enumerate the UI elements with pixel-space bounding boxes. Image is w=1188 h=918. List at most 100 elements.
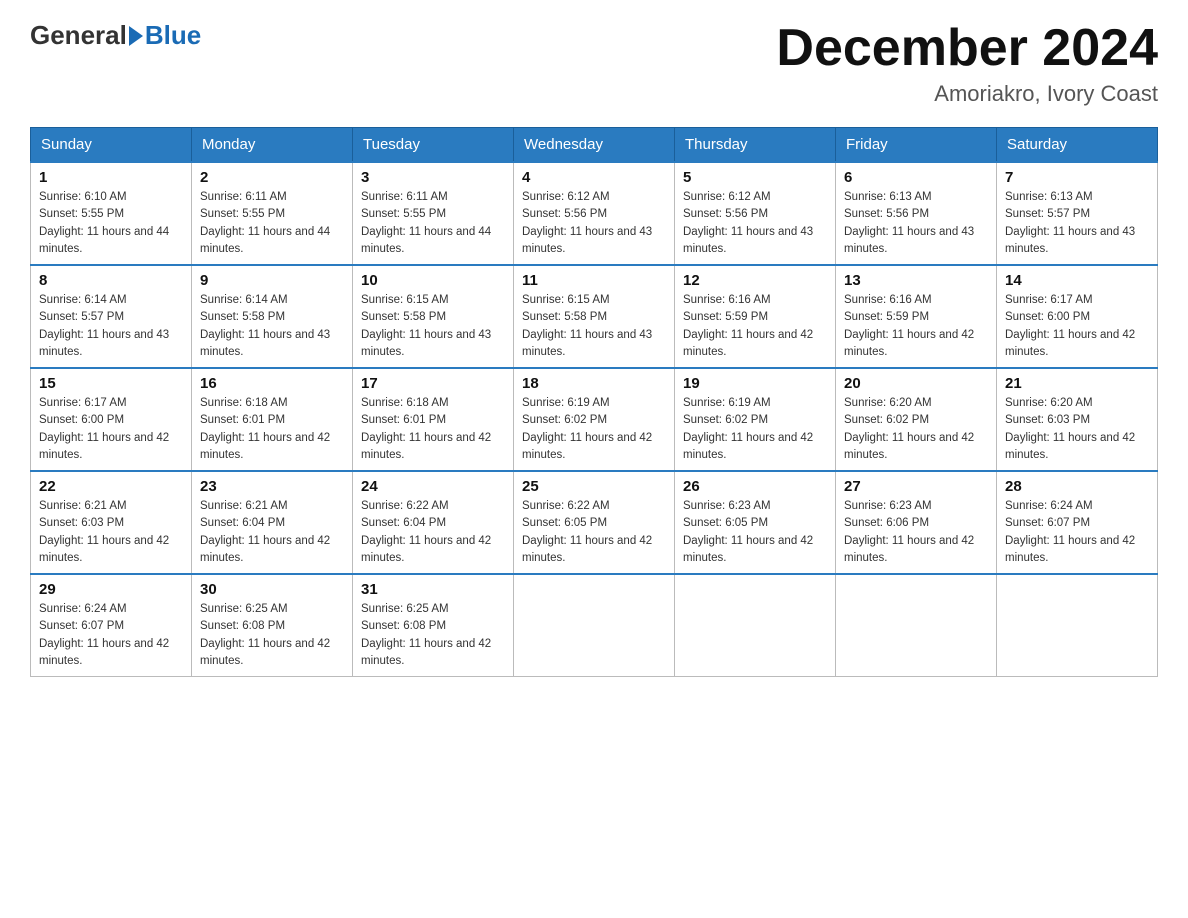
day-number: 15 [39, 375, 183, 392]
calendar-cell: 26 Sunrise: 6:23 AMSunset: 6:05 PMDayligh… [675, 471, 836, 574]
day-number: 12 [683, 272, 827, 289]
weekday-header-monday: Monday [192, 128, 353, 163]
calendar-cell: 11 Sunrise: 6:15 AMSunset: 5:58 PMDayligh… [514, 265, 675, 368]
day-number: 1 [39, 169, 183, 186]
day-number: 24 [361, 478, 505, 495]
calendar-cell [836, 574, 997, 677]
weekday-header-tuesday: Tuesday [353, 128, 514, 163]
day-info: Sunrise: 6:17 AMSunset: 6:00 PMDaylight:… [39, 395, 183, 464]
day-number: 11 [522, 272, 666, 289]
day-info: Sunrise: 6:20 AMSunset: 6:02 PMDaylight:… [844, 395, 988, 464]
day-number: 28 [1005, 478, 1149, 495]
day-number: 26 [683, 478, 827, 495]
calendar-cell: 18 Sunrise: 6:19 AMSunset: 6:02 PMDayligh… [514, 368, 675, 471]
weekday-header-friday: Friday [836, 128, 997, 163]
day-info: Sunrise: 6:14 AMSunset: 5:57 PMDaylight:… [39, 292, 183, 361]
day-number: 3 [361, 169, 505, 186]
day-info: Sunrise: 6:18 AMSunset: 6:01 PMDaylight:… [361, 395, 505, 464]
day-number: 2 [200, 169, 344, 186]
calendar-cell [997, 574, 1158, 677]
calendar-cell: 25Sunrise: 6:22 AMSunset: 6:05 PMDayligh… [514, 471, 675, 574]
day-number: 20 [844, 375, 988, 392]
day-info: Sunrise: 6:23 AMSunset: 6:05 PMDaylight:… [683, 498, 827, 567]
calendar-cell: 17 Sunrise: 6:18 AMSunset: 6:01 PMDayligh… [353, 368, 514, 471]
day-info: Sunrise: 6:11 AMSunset: 5:55 PMDaylight:… [361, 189, 505, 258]
day-info: Sunrise: 6:20 AMSunset: 6:03 PMDaylight:… [1005, 395, 1149, 464]
logo: General Blue [30, 20, 201, 51]
day-number: 4 [522, 169, 666, 186]
calendar-table: SundayMondayTuesdayWednesdayThursdayFrid… [30, 127, 1158, 677]
calendar-cell: 1 Sunrise: 6:10 AMSunset: 5:55 PMDaylight… [31, 162, 192, 265]
calendar-cell: 7 Sunrise: 6:13 AMSunset: 5:57 PMDaylight… [997, 162, 1158, 265]
day-number: 19 [683, 375, 827, 392]
week-row-3: 15 Sunrise: 6:17 AMSunset: 6:00 PMDayligh… [31, 368, 1158, 471]
week-row-5: 29Sunrise: 6:24 AMSunset: 6:07 PMDayligh… [31, 574, 1158, 677]
day-number: 17 [361, 375, 505, 392]
calendar-cell: 5 Sunrise: 6:12 AMSunset: 5:56 PMDaylight… [675, 162, 836, 265]
day-info: Sunrise: 6:22 AMSunset: 6:04 PMDaylight:… [361, 498, 505, 567]
week-row-1: 1 Sunrise: 6:10 AMSunset: 5:55 PMDaylight… [31, 162, 1158, 265]
day-info: Sunrise: 6:16 AMSunset: 5:59 PMDaylight:… [683, 292, 827, 361]
day-number: 7 [1005, 169, 1149, 186]
day-info: Sunrise: 6:21 AMSunset: 6:03 PMDaylight:… [39, 498, 183, 567]
day-info: Sunrise: 6:15 AMSunset: 5:58 PMDaylight:… [522, 292, 666, 361]
day-number: 22 [39, 478, 183, 495]
calendar-cell: 9Sunrise: 6:14 AMSunset: 5:58 PMDaylight… [192, 265, 353, 368]
day-info: Sunrise: 6:12 AMSunset: 5:56 PMDaylight:… [683, 189, 827, 258]
day-info: Sunrise: 6:17 AMSunset: 6:00 PMDaylight:… [1005, 292, 1149, 361]
day-number: 18 [522, 375, 666, 392]
calendar-cell: 19 Sunrise: 6:19 AMSunset: 6:02 PMDayligh… [675, 368, 836, 471]
calendar-cell: 23 Sunrise: 6:21 AMSunset: 6:04 PMDayligh… [192, 471, 353, 574]
month-title: December 2024 [776, 20, 1158, 77]
weekday-header-row: SundayMondayTuesdayWednesdayThursdayFrid… [31, 128, 1158, 163]
day-info: Sunrise: 6:10 AMSunset: 5:55 PMDaylight:… [39, 189, 183, 258]
day-info: Sunrise: 6:12 AMSunset: 5:56 PMDaylight:… [522, 189, 666, 258]
day-info: Sunrise: 6:24 AMSunset: 6:07 PMDaylight:… [39, 601, 183, 670]
day-info: Sunrise: 6:13 AMSunset: 5:57 PMDaylight:… [1005, 189, 1149, 258]
day-info: Sunrise: 6:25 AMSunset: 6:08 PMDaylight:… [361, 601, 505, 670]
day-number: 13 [844, 272, 988, 289]
calendar-cell: 8Sunrise: 6:14 AMSunset: 5:57 PMDaylight… [31, 265, 192, 368]
calendar-cell: 12 Sunrise: 6:16 AMSunset: 5:59 PMDayligh… [675, 265, 836, 368]
page-header: General Blue December 2024 Amoriakro, Iv… [30, 20, 1158, 107]
day-number: 21 [1005, 375, 1149, 392]
weekday-header-sunday: Sunday [31, 128, 192, 163]
day-number: 30 [200, 581, 344, 598]
calendar-cell: 15 Sunrise: 6:17 AMSunset: 6:00 PMDayligh… [31, 368, 192, 471]
day-number: 14 [1005, 272, 1149, 289]
calendar-cell: 3 Sunrise: 6:11 AMSunset: 5:55 PMDaylight… [353, 162, 514, 265]
day-info: Sunrise: 6:19 AMSunset: 6:02 PMDaylight:… [683, 395, 827, 464]
day-number: 25 [522, 478, 666, 495]
day-info: Sunrise: 6:11 AMSunset: 5:55 PMDaylight:… [200, 189, 344, 258]
calendar-cell: 29Sunrise: 6:24 AMSunset: 6:07 PMDayligh… [31, 574, 192, 677]
logo-triangle-icon [129, 26, 143, 46]
calendar-cell: 2 Sunrise: 6:11 AMSunset: 5:55 PMDaylight… [192, 162, 353, 265]
day-info: Sunrise: 6:16 AMSunset: 5:59 PMDaylight:… [844, 292, 988, 361]
calendar-cell: 31 Sunrise: 6:25 AMSunset: 6:08 PMDayligh… [353, 574, 514, 677]
calendar-cell: 24 Sunrise: 6:22 AMSunset: 6:04 PMDayligh… [353, 471, 514, 574]
weekday-header-thursday: Thursday [675, 128, 836, 163]
day-number: 5 [683, 169, 827, 186]
calendar-cell: 4 Sunrise: 6:12 AMSunset: 5:56 PMDaylight… [514, 162, 675, 265]
calendar-cell: 13 Sunrise: 6:16 AMSunset: 5:59 PMDayligh… [836, 265, 997, 368]
calendar-cell [514, 574, 675, 677]
day-info: Sunrise: 6:13 AMSunset: 5:56 PMDaylight:… [844, 189, 988, 258]
week-row-2: 8Sunrise: 6:14 AMSunset: 5:57 PMDaylight… [31, 265, 1158, 368]
weekday-header-saturday: Saturday [997, 128, 1158, 163]
week-row-4: 22 Sunrise: 6:21 AMSunset: 6:03 PMDayligh… [31, 471, 1158, 574]
calendar-cell [675, 574, 836, 677]
day-info: Sunrise: 6:21 AMSunset: 6:04 PMDaylight:… [200, 498, 344, 567]
day-number: 27 [844, 478, 988, 495]
day-number: 31 [361, 581, 505, 598]
calendar-cell: 6Sunrise: 6:13 AMSunset: 5:56 PMDaylight… [836, 162, 997, 265]
day-number: 16 [200, 375, 344, 392]
day-info: Sunrise: 6:24 AMSunset: 6:07 PMDaylight:… [1005, 498, 1149, 567]
calendar-cell: 21 Sunrise: 6:20 AMSunset: 6:03 PMDayligh… [997, 368, 1158, 471]
calendar-cell: 22 Sunrise: 6:21 AMSunset: 6:03 PMDayligh… [31, 471, 192, 574]
day-info: Sunrise: 6:15 AMSunset: 5:58 PMDaylight:… [361, 292, 505, 361]
day-info: Sunrise: 6:19 AMSunset: 6:02 PMDaylight:… [522, 395, 666, 464]
day-number: 23 [200, 478, 344, 495]
day-number: 10 [361, 272, 505, 289]
weekday-header-wednesday: Wednesday [514, 128, 675, 163]
title-block: December 2024 Amoriakro, Ivory Coast [776, 20, 1158, 107]
